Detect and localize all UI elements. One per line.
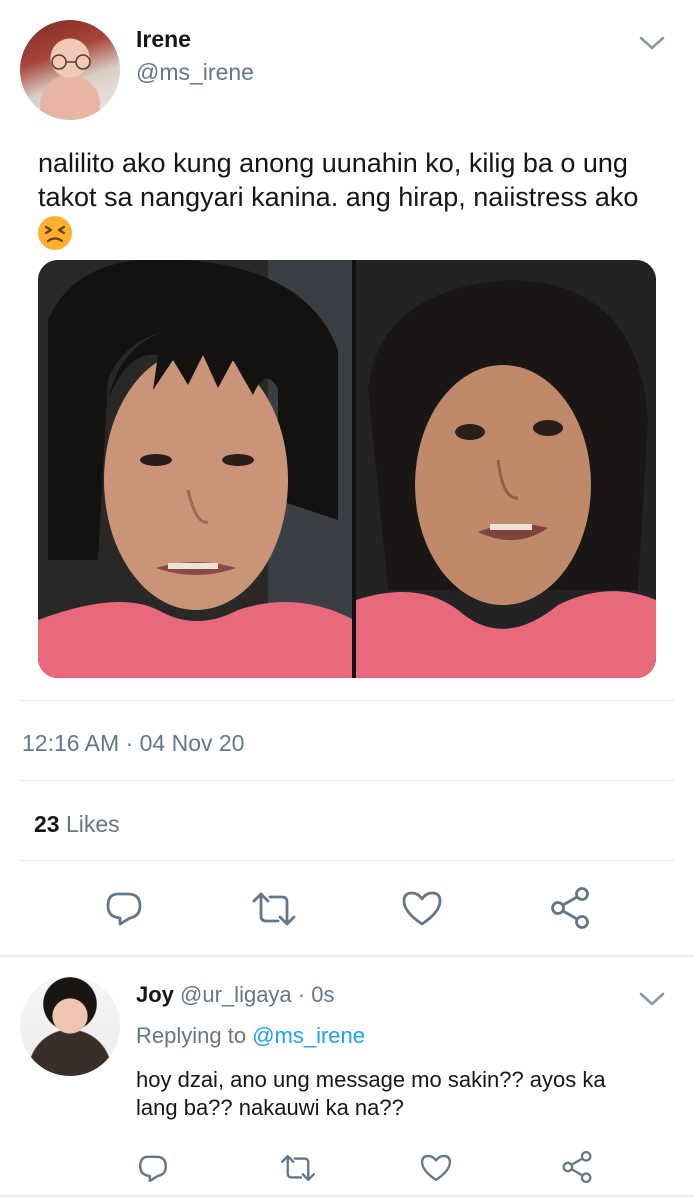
reply-icon xyxy=(106,892,142,926)
divider xyxy=(20,780,674,781)
reply-author-handle[interactable]: @ur_ligaya xyxy=(180,982,292,1007)
heart-icon xyxy=(402,891,442,926)
heart-icon xyxy=(420,1154,452,1182)
tweet-photo[interactable] xyxy=(38,260,656,678)
likes-stat[interactable]: 23 Likes xyxy=(34,811,120,838)
replying-to: Replying to @ms_irene xyxy=(136,1023,365,1049)
share-icon xyxy=(562,1151,592,1183)
persevering-face-emoji xyxy=(38,215,72,250)
author-name[interactable]: Irene xyxy=(136,26,191,53)
replying-to-prefix: Replying to xyxy=(136,1023,247,1048)
like-button[interactable] xyxy=(400,888,444,928)
retweet-icon xyxy=(281,1154,315,1182)
likes-count: 23 xyxy=(34,811,60,837)
share-icon xyxy=(551,887,589,929)
reply-text: hoy dzai, ano ung message mo sakin?? ayo… xyxy=(136,1066,676,1122)
reply-author-avatar[interactable] xyxy=(20,976,120,1076)
likes-label: Likes xyxy=(65,811,120,837)
reply-like-button[interactable] xyxy=(419,1152,453,1183)
author-handle[interactable]: @ms_irene xyxy=(136,59,254,86)
reply-header: Joy @ur_ligaya · 0s xyxy=(136,982,334,1008)
reply-button[interactable] xyxy=(104,888,144,928)
reply-reply-button[interactable] xyxy=(137,1152,169,1184)
tweet-text: nalilito ako kung anong uunahin ko, kili… xyxy=(38,146,668,250)
reply-text-line: lang ba?? nakauwi ka na?? xyxy=(136,1095,404,1120)
author-avatar[interactable] xyxy=(20,20,120,120)
glasses-graphic xyxy=(51,54,91,70)
reply-share-button[interactable] xyxy=(561,1150,593,1184)
reply-icon xyxy=(139,1155,167,1182)
photo-graphic xyxy=(38,260,656,678)
reply-retweet-button[interactable] xyxy=(279,1153,317,1183)
chevron-down-icon[interactable] xyxy=(638,990,666,1008)
bottom-divider xyxy=(0,1195,694,1197)
section-divider xyxy=(0,955,694,957)
replying-to-link[interactable]: @ms_irene xyxy=(252,1023,365,1048)
reply-author-name[interactable]: Joy xyxy=(136,982,174,1007)
tweet-timestamp[interactable]: 12:16 AM · 04 Nov 20 xyxy=(22,730,244,757)
tweet-text-line: nalilito ako kung anong uunahin ko, kili… xyxy=(38,148,628,178)
tweet-text-line: takot sa nangyari kanina. ang hirap, nai… xyxy=(38,182,639,212)
divider xyxy=(20,700,674,701)
reply-time: · 0s xyxy=(297,982,335,1007)
share-button[interactable] xyxy=(549,886,591,930)
divider xyxy=(20,860,674,861)
chevron-down-icon[interactable] xyxy=(638,34,666,52)
retweet-icon xyxy=(252,892,296,926)
reply-text-line: hoy dzai, ano ung message mo sakin?? ayo… xyxy=(136,1067,606,1092)
retweet-button[interactable] xyxy=(250,890,298,928)
